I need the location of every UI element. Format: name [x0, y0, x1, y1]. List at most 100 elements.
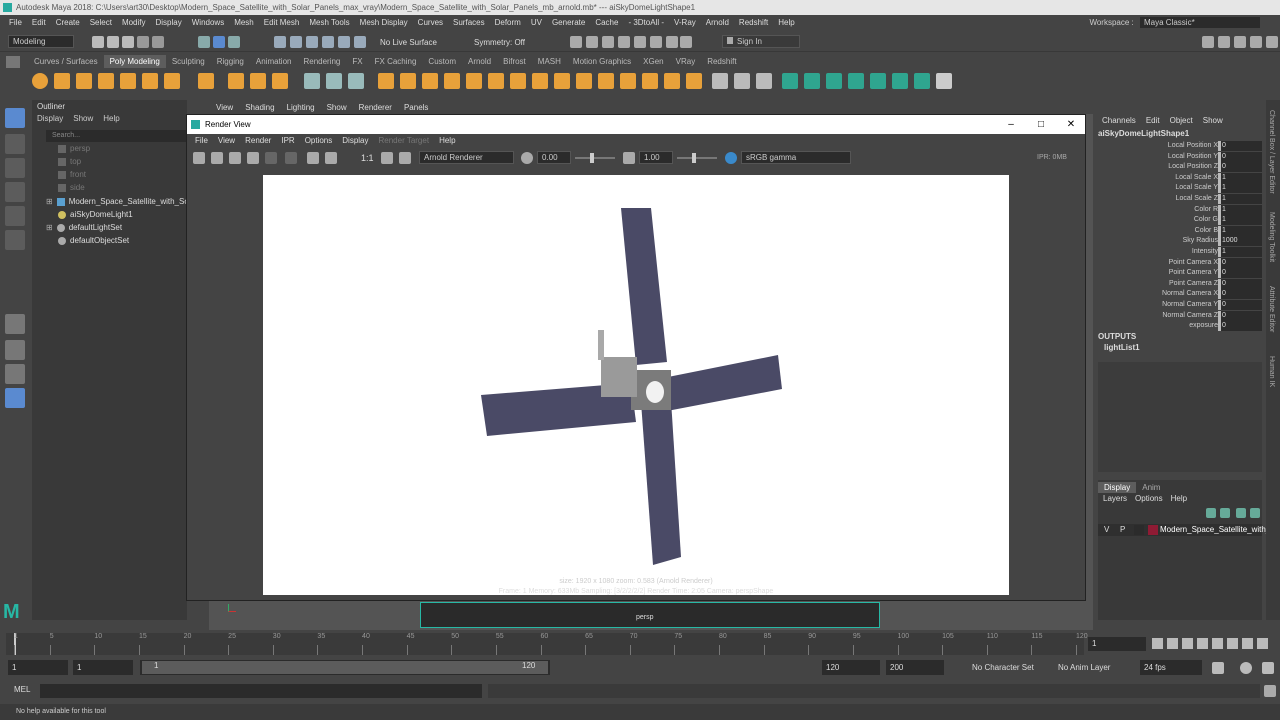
- menu-edit[interactable]: Edit: [27, 18, 51, 27]
- rv-menu-view[interactable]: View: [213, 134, 240, 148]
- cb-attribute-row[interactable]: Local Scale Z1: [1096, 194, 1262, 204]
- layer-editor-icon[interactable]: [1266, 36, 1278, 48]
- uv-cut-icon[interactable]: [936, 73, 952, 89]
- menu-uv[interactable]: UV: [526, 18, 547, 27]
- cb-attribute-row[interactable]: Intensity 1: [1096, 247, 1262, 257]
- cb-attribute-value[interactable]: 1: [1218, 172, 1262, 183]
- shelf-tab-custom[interactable]: Custom: [422, 55, 462, 68]
- playback-end-field[interactable]: 120: [822, 660, 880, 675]
- close-icon[interactable]: ✕: [1057, 115, 1085, 134]
- shelf-tab-arnold[interactable]: Arnold: [462, 55, 497, 68]
- fps-dropdown[interactable]: 24 fps: [1140, 660, 1202, 675]
- select-component-icon[interactable]: [228, 36, 240, 48]
- side-tab-human-ik[interactable]: Human IK: [1268, 356, 1275, 387]
- circularize-icon[interactable]: [642, 73, 658, 89]
- cb-attribute-value[interactable]: 0: [1218, 310, 1262, 321]
- snap-point-icon[interactable]: [306, 36, 318, 48]
- gamma-field[interactable]: 1.00: [639, 151, 673, 164]
- cb-menu-channels[interactable]: Channels: [1102, 116, 1136, 125]
- gamma-slider-handle[interactable]: [692, 153, 696, 163]
- character-set-dropdown[interactable]: No Character Set: [972, 663, 1034, 672]
- current-frame-field[interactable]: 1: [1088, 637, 1146, 651]
- menu-modify[interactable]: Modify: [117, 18, 151, 27]
- shelf-tab-curves[interactable]: Curves / Surfaces: [28, 55, 104, 68]
- poly-cone-icon[interactable]: [98, 73, 114, 89]
- layer-menu-help[interactable]: Help: [1171, 494, 1187, 503]
- menu-windows[interactable]: Windows: [187, 18, 229, 27]
- outliner-search-input[interactable]: Search...: [46, 130, 186, 142]
- cb-attribute-value[interactable]: 1: [1218, 247, 1262, 257]
- zoom-ratio-button[interactable]: 1:1: [361, 153, 374, 163]
- open-scene-icon[interactable]: [107, 36, 119, 48]
- renderer-dropdown[interactable]: Arnold Renderer: [419, 151, 514, 164]
- paint-select-icon[interactable]: [5, 158, 25, 178]
- symmetry-dropdown[interactable]: Symmetry: Off: [474, 38, 525, 47]
- make-hole-icon[interactable]: [510, 73, 526, 89]
- connect-icon[interactable]: [734, 73, 750, 89]
- step-forward-key-icon[interactable]: [1242, 638, 1253, 649]
- gamma-slider[interactable]: [677, 153, 717, 163]
- outliner-item-top[interactable]: top: [58, 156, 81, 168]
- menu-mesh[interactable]: Mesh: [229, 18, 259, 27]
- shelf-tab-redshift[interactable]: Redshift: [701, 55, 742, 68]
- playback-start-field[interactable]: 1: [73, 660, 133, 675]
- exposure-slider[interactable]: [575, 153, 615, 163]
- cb-attribute-value[interactable]: 0: [1218, 162, 1262, 173]
- cb-attribute-value[interactable]: 1: [1218, 215, 1262, 226]
- cb-outputs-item[interactable]: lightList1: [1104, 343, 1140, 352]
- workspace-dropdown[interactable]: Maya Classic*: [1140, 17, 1260, 28]
- uv-auto-icon[interactable]: [848, 73, 864, 89]
- cb-attribute-row[interactable]: Normal Camera X0: [1096, 289, 1262, 300]
- outliner-item-satellite[interactable]: ⊞ Modern_Space_Satellite_with_Sol...: [46, 196, 197, 208]
- new-layer-selected-icon[interactable]: [1250, 508, 1260, 518]
- bevel-icon[interactable]: [444, 73, 460, 89]
- animation-end-field[interactable]: 200: [886, 660, 944, 675]
- menu-file[interactable]: File: [4, 18, 27, 27]
- channel-box-icon[interactable]: [1250, 36, 1262, 48]
- display-alpha-icon[interactable]: [307, 152, 319, 164]
- layer-playback-toggle[interactable]: P: [1120, 524, 1125, 536]
- extrude-icon[interactable]: [400, 73, 416, 89]
- cb-attribute-value[interactable]: 0: [1218, 289, 1262, 300]
- minimize-icon[interactable]: –: [997, 115, 1025, 134]
- range-bar-fill[interactable]: [142, 661, 548, 674]
- cb-attribute-value[interactable]: 1: [1218, 194, 1262, 204]
- cb-attribute-value[interactable]: 1: [1218, 183, 1262, 194]
- cb-attribute-row[interactable]: Point Camera Y0: [1096, 268, 1262, 279]
- bridge-icon[interactable]: [422, 73, 438, 89]
- four-view-icon[interactable]: [5, 340, 25, 360]
- shelf-tab-poly-modeling[interactable]: Poly Modeling: [103, 55, 166, 68]
- outliner-menu-display[interactable]: Display: [37, 114, 63, 123]
- menu-help[interactable]: Help: [773, 18, 799, 27]
- menu-create[interactable]: Create: [51, 18, 85, 27]
- menu-generate[interactable]: Generate: [547, 18, 590, 27]
- undo-icon[interactable]: [137, 36, 149, 48]
- layer-name[interactable]: Modern_Space_Satellite_with_: [1160, 524, 1270, 536]
- select-hierarchy-icon[interactable]: [198, 36, 210, 48]
- loop-icon[interactable]: [1212, 662, 1224, 674]
- side-tab-channel-box[interactable]: Channel Box / Layer Editor: [1268, 110, 1275, 194]
- cb-attribute-row[interactable]: Color G1: [1096, 215, 1262, 226]
- rv-menu-ipr[interactable]: IPR: [276, 134, 299, 148]
- cb-menu-show[interactable]: Show: [1203, 116, 1223, 125]
- lasso-tool-icon[interactable]: [5, 134, 25, 154]
- cb-attribute-value[interactable]: 0: [1218, 321, 1262, 332]
- shelf-tab-vray[interactable]: VRay: [670, 55, 702, 68]
- cb-attribute-row[interactable]: Sky Radius 1000: [1096, 236, 1262, 247]
- go-to-start-icon[interactable]: [1152, 638, 1163, 649]
- cb-attribute-row[interactable]: exposure 0: [1096, 321, 1262, 332]
- render-settings-icon[interactable]: [618, 36, 630, 48]
- target-weld-icon[interactable]: [712, 73, 728, 89]
- new-scene-icon[interactable]: [92, 36, 104, 48]
- rotate-tool-icon[interactable]: [5, 206, 25, 226]
- viewport-menu-panels[interactable]: Panels: [398, 102, 434, 114]
- script-editor-icon[interactable]: [1264, 685, 1276, 697]
- viewport-menu-lighting[interactable]: Lighting: [281, 102, 321, 114]
- layer-tab-display[interactable]: Display: [1098, 482, 1137, 493]
- layer-move-up-icon[interactable]: [1206, 508, 1216, 518]
- animation-start-field[interactable]: 1: [8, 660, 68, 675]
- boolean-icon[interactable]: [378, 73, 394, 89]
- poly-cube-icon[interactable]: [54, 73, 70, 89]
- rv-menu-options[interactable]: Options: [300, 134, 338, 148]
- svg-tool-icon[interactable]: [272, 73, 288, 89]
